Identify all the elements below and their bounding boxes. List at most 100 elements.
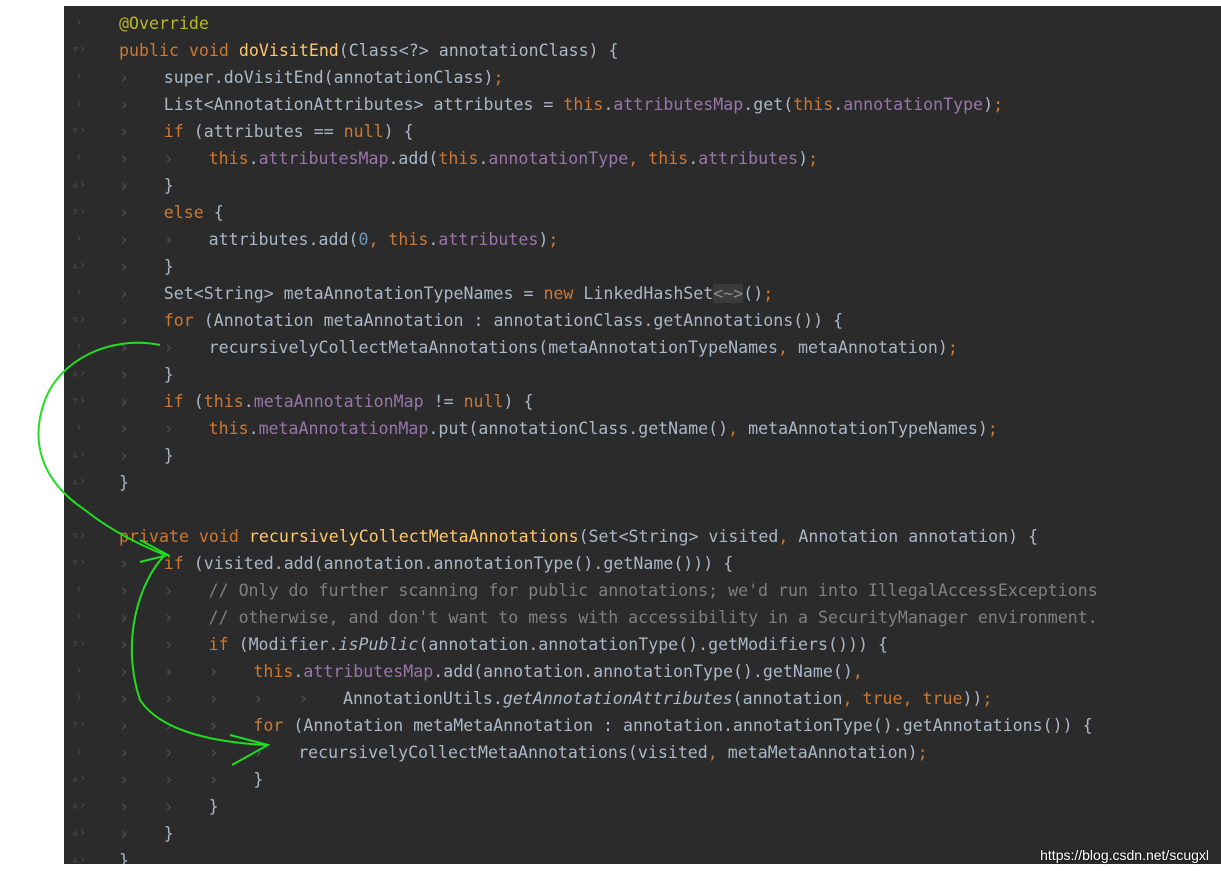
indent-guide-icon: › [163,716,174,735]
code-line[interactable]: ▵› ›} [64,172,1221,199]
code-token: , true, true [842,689,963,708]
fold-gutter-marker[interactable]: ▵› [64,820,94,847]
code-line[interactable]: › @Override [64,10,1221,37]
fold-gutter-marker[interactable]: › [64,280,94,307]
fold-gutter-marker[interactable]: ▿› [64,307,94,334]
code-token: . [243,392,254,411]
fold-gutter-marker[interactable]: › [64,64,94,91]
fold-gutter-marker[interactable]: ▿› [64,631,94,658]
code-line[interactable]: › › List<AnnotationAttributes> attributes … [64,91,1221,118]
fold-gutter-marker[interactable]: › [64,91,94,118]
code-line[interactable]: › › › › this.attributesMap.add(annotation.an… [64,658,1221,685]
code-line[interactable]: › › super.doVisitEnd(annotationClass); [64,64,1221,91]
fold-gutter-marker[interactable]: ▵› [64,253,94,280]
indent-guide-icon: › [208,689,219,708]
fold-gutter-marker[interactable]: › [64,415,94,442]
fold-gutter-marker[interactable]: ▵› [64,172,94,199]
code-line[interactable]: › › › // Only do further scanning for publi… [64,577,1221,604]
code-line[interactable]: › › Set<String> metaAnnotationTypeNames = … [64,280,1221,307]
fold-gutter-marker[interactable]: ▿› [64,523,94,550]
fold-gutter-marker[interactable]: › [64,145,94,172]
code-token: ) { [383,122,414,141]
indent-guide-icon: › [119,689,129,708]
code-line[interactable]: › › › recursivelyCollectMetaAnnotations(met… [64,334,1221,361]
fold-gutter-marker[interactable]: ▵› [64,469,94,496]
editor-bottom-edge [64,864,1221,871]
code-token: this [563,95,604,114]
code-line[interactable]: ▵› › ›} [64,793,1221,820]
indent-guide-icon: › [119,635,129,654]
code-token: public void [119,41,239,60]
code-line[interactable]: ▿› › if (attributes == null) { [64,118,1221,145]
fold-gutter-marker[interactable]: ▿› [64,118,94,145]
fold-gutter-marker[interactable]: › [64,577,94,604]
fold-gutter-marker[interactable]: ▵› [64,793,94,820]
indent-guide-icon: › [119,446,129,465]
code-editor[interactable]: › @Override ▿› public void doVisitEnd(Class… [64,6,1221,864]
fold-gutter-marker[interactable]: ▿› [64,388,94,415]
code-line[interactable]: ▵›} [64,469,1221,496]
code-line[interactable] [64,496,1221,523]
code-token: ; [947,338,958,357]
indent-guide-icon: › [119,797,129,816]
code-token: recursivelyCollectMetaAnnotations(metaAn… [208,338,779,357]
fold-gutter-marker[interactable]: ▵› [64,847,94,864]
fold-gutter-marker[interactable]: ▿› [64,37,94,64]
indent-guide-icon: › [163,149,174,168]
code-token: this [203,392,244,411]
fold-gutter-marker[interactable]: › [64,685,94,712]
fold-gutter-marker[interactable]: ▿› [64,712,94,739]
code-token: ) [538,230,549,249]
code-line[interactable]: › › › this.attributesMap.add(this.annotatio… [64,145,1221,172]
code-line[interactable]: › › › this.metaAnnotationMap.put(annotation… [64,415,1221,442]
code-token: attributesMap [613,95,744,114]
code-line[interactable]: › › › attributes.add(0, this.attributes); [64,226,1221,253]
code-line[interactable]: › › › › › › AnnotationUtils.getAnnotationAttri… [64,685,1221,712]
code-token: super [163,68,214,87]
code-token: . [248,419,259,438]
fold-gutter-marker[interactable]: ▵› [64,442,94,469]
fold-gutter-marker[interactable]: › [64,739,94,766]
code-line[interactable]: ▵› ›} [64,361,1221,388]
code-line[interactable]: › › › // otherwise, and don't want to mess … [64,604,1221,631]
code-line[interactable]: ▵› › › ›} [64,766,1221,793]
code-line[interactable]: ▿› private void recursivelyCollectMetaAnn… [64,523,1221,550]
code-line[interactable]: ▿› › › if (Modifier.isPublic(annotation.ann… [64,631,1221,658]
indent-guide-icon: › [119,203,129,222]
code-token: attributesMap [303,662,434,681]
code-token: (Annotation metaMetaAnnotation : annotat… [293,716,1093,735]
code-token: . [293,662,304,681]
code-line[interactable]: ▿› › for (Annotation metaAnnotation : anno… [64,307,1221,334]
code-line[interactable]: › › › › › recursivelyCollectMetaAnnotations(v… [64,739,1221,766]
code-token: metaAnnotation) [798,338,948,357]
code-line[interactable]: ▿› › else { [64,199,1221,226]
indent-guide-icon: › [253,743,264,762]
code-token: != [423,392,464,411]
indent-guide-icon: › [119,365,129,384]
code-token: ) [798,149,809,168]
code-line[interactable]: ▿› › › › for (Annotation metaMetaAnnotation … [64,712,1221,739]
fold-gutter-marker[interactable]: › [64,604,94,631]
fold-gutter-marker[interactable]: ▿› [64,199,94,226]
code-line[interactable]: ▵› ›} [64,253,1221,280]
code-token: } [208,797,219,816]
fold-gutter-marker[interactable]: ▿› [64,550,94,577]
indent-guide-icon: › [119,419,129,438]
fold-gutter-marker[interactable]: › [64,10,94,37]
code-line[interactable]: ▿› › if (this.metaAnnotationMap != null) { [64,388,1221,415]
fold-gutter-marker[interactable]: › [64,226,94,253]
fold-gutter-marker[interactable]: ▵› [64,361,94,388]
fold-gutter-marker[interactable] [64,496,94,523]
fold-gutter-marker[interactable]: › [64,334,94,361]
code-line[interactable]: ▿› › if (visited.add(annotation.annotation… [64,550,1221,577]
code-line[interactable]: ▵› ›} [64,820,1221,847]
fold-gutter-marker[interactable]: › [64,658,94,685]
code-line[interactable]: ▵› ›} [64,442,1221,469]
indent-guide-icon: › [119,716,129,735]
code-line[interactable]: ▿› public void doVisitEnd(Class<?> annota… [64,37,1221,64]
code-token: (Annotation metaAnnotation : annotationC… [203,311,844,330]
code-token: .doVisitEnd(annotationClass) [213,68,494,87]
fold-gutter-marker[interactable]: ▵› [64,766,94,793]
code-token: (Modifier. [238,635,339,654]
code-token: Annotation annotation) { [798,527,1039,546]
